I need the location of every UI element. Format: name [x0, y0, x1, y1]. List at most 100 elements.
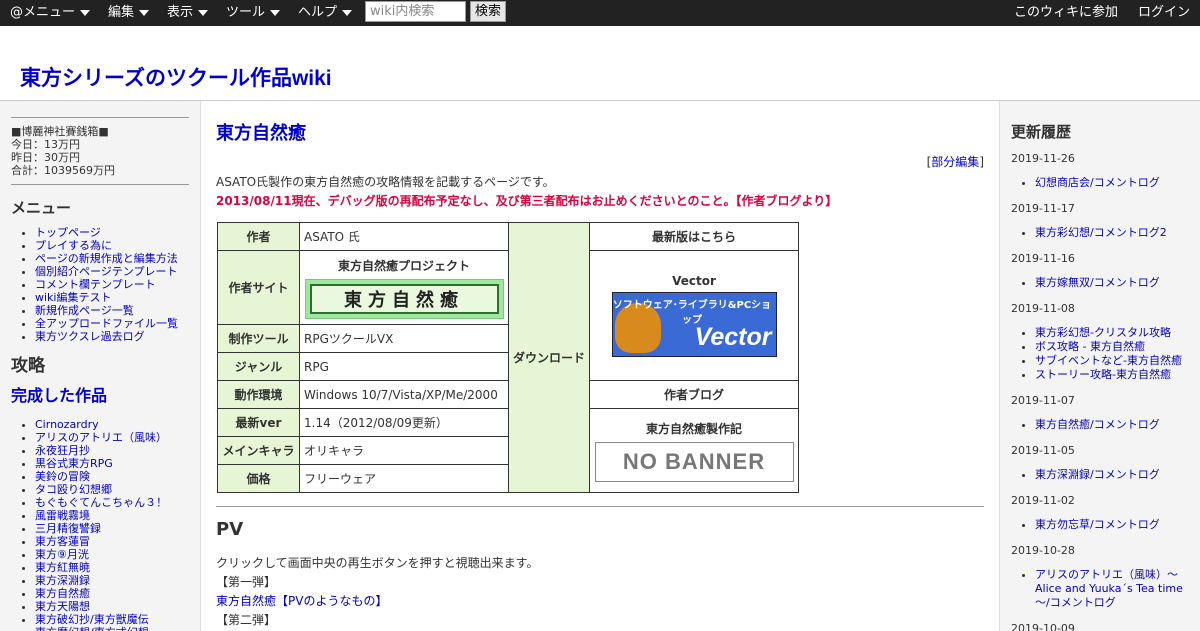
search-input[interactable] [365, 1, 466, 22]
vector-banner[interactable]: ソフトウェア･ライブラリ&PCショップ Vector [611, 292, 777, 357]
menu-dropdown[interactable]: @メニュー [10, 0, 91, 26]
top-navigation-bar: @メニュー 編集 表示 ツール ヘルプ 検索 このウィキに参加 ログイン [0, 0, 1200, 26]
recent-updates-list: 2019-11-26 幻想商店会/コメントログ 2019-11-17 東方彩幻想/コメ… [1011, 152, 1189, 631]
page-title[interactable]: 東方自然癒 [216, 119, 984, 145]
join-wiki-link[interactable]: このウィキに参加 [1014, 0, 1118, 26]
completed-heading[interactable]: 完成した作品 [11, 382, 189, 406]
edit-dropdown[interactable]: 編集 [108, 0, 150, 26]
author-label: 作者 [217, 222, 300, 251]
right-sidebar: 更新履歴 2019-11-26 幻想商店会/コメントログ 2019-11-17 東方彩… [999, 101, 1200, 631]
game-link[interactable]: 永夜狂月抄 [35, 444, 90, 457]
list-item: ボス攻略 - 東方自然癒 [1035, 340, 1189, 354]
game-link[interactable]: 風雷戦霧境 [35, 509, 90, 522]
login-link[interactable]: ログイン [1138, 0, 1190, 26]
game-link[interactable]: 東方紅無暁 [35, 561, 90, 574]
updated-page-link[interactable]: 東方彩幻想/コメントログ2 [1035, 226, 1167, 239]
menu-link[interactable]: ページの新規作成と編集方法 [35, 252, 178, 265]
list-item: 東方紅無暁 [35, 561, 189, 574]
list-item: 東方自然癒/コメントログ [1035, 418, 1189, 432]
menu-link[interactable]: wiki編集テスト [35, 291, 111, 304]
updated-page-link[interactable]: 東方勿忘草/コメントログ [1035, 518, 1160, 531]
donation-total: 合計：1039569万円 [11, 164, 115, 177]
updated-page-link[interactable]: サブイベントなど-東方自然癒 [1035, 354, 1182, 367]
game-link[interactable]: もぐもぐてんこちゃん３！ [35, 496, 167, 509]
game-link[interactable]: タコ殴り幻想郷 [35, 483, 112, 496]
chara-label: メインキャラ [217, 436, 300, 465]
game-link[interactable]: 黒谷式東方RPG [35, 457, 113, 470]
game-link[interactable]: 東方天陽想 [35, 600, 90, 613]
updated-page-link[interactable]: 東方自然癒/コメントログ [1035, 418, 1160, 431]
game-link[interactable]: 美鈴の冒険 [35, 470, 90, 483]
game-link[interactable]: Cirnozardry [35, 418, 99, 431]
update-date: 2019-10-28 [1011, 544, 1075, 557]
list-item: 東方ツクスレ過去ログ [35, 330, 189, 343]
list-item: Cirnozardry [35, 418, 189, 431]
game-link[interactable]: 東方客蓮冒 [35, 535, 90, 548]
tool-label: 制作ツール [217, 324, 300, 353]
menu-link[interactable]: 全アップロードファイル一覧 [35, 317, 178, 330]
update-items: アリスのアトリエ（風味）～Alice and Yuuka´s Tea time～… [1011, 568, 1189, 610]
updated-page-link[interactable]: 東方彩幻想-クリスタル攻略 [1035, 326, 1171, 339]
menu-link[interactable]: 東方ツクスレ過去ログ [35, 330, 145, 343]
help-dropdown[interactable]: ヘルプ [298, 0, 353, 26]
notice-text: 2013/08/11現在、デバッグ版の再配布予定なし、及び第三者配布はお止めくだ… [216, 194, 838, 208]
game-link[interactable]: 東方破幻抄/東方獣魔伝 [35, 613, 149, 626]
blog-cell: 東方自然癒製作記 NO BANNER [589, 408, 799, 493]
updated-page-link[interactable]: ストーリー攻略-東方自然癒 [1035, 368, 1171, 381]
site-banner[interactable]: 東方自然癒 [304, 278, 504, 319]
list-item: 東方魔幻想/東方式幻想 [35, 626, 189, 631]
list-item: 東方勿忘草/コメントログ [1035, 518, 1189, 532]
update-date: 2019-11-17 [1011, 202, 1075, 215]
game-link[interactable]: 三月精復讐録 [35, 522, 101, 535]
price-label: 価格 [217, 464, 300, 493]
menu-label: @メニュー [10, 5, 76, 20]
list-item: アリスのアトリエ（風味）～Alice and Yuuka´s Tea time～… [1035, 568, 1189, 610]
list-item: プレイする為に [35, 239, 189, 252]
author-value: ASATO 氏 [299, 222, 509, 251]
divider [11, 184, 189, 185]
genre-value: RPG [299, 352, 509, 381]
search-button[interactable]: 検索 [470, 1, 506, 22]
game-link[interactable]: 東方深淵録 [35, 574, 90, 587]
menu-link[interactable]: トップページ [35, 226, 101, 239]
tools-dropdown[interactable]: ツール [226, 0, 281, 26]
caret-down-icon [139, 9, 150, 16]
list-item: 東方天陽想 [35, 600, 189, 613]
no-banner-image[interactable]: NO BANNER [594, 441, 794, 482]
price-value: フリーウェア [299, 464, 509, 493]
game-link[interactable]: 東方⑨月洸 [35, 548, 89, 561]
view-dropdown[interactable]: 表示 [167, 0, 209, 26]
blog-name: 東方自然癒製作記 [645, 421, 742, 436]
game-link[interactable]: 東方自然癒 [35, 587, 90, 600]
list-item: サブイベントなど-東方自然癒 [1035, 354, 1189, 368]
update-items: 東方彩幻想-クリスタル攻略ボス攻略 - 東方自然癒サブイベントなど-東方自然癒ス… [1011, 326, 1189, 382]
menu-link[interactable]: 個別紹介ページテンプレート [35, 265, 177, 278]
updated-page-link[interactable]: 幻想商店会/コメントログ [1035, 176, 1160, 189]
partial-edit-link[interactable]: 部分編集 [931, 155, 979, 169]
menu-link[interactable]: 新規作成ページ一覧 [35, 304, 134, 317]
update-date: 2019-11-05 [1011, 444, 1075, 457]
updated-page-link[interactable]: ボス攻略 - 東方自然癒 [1035, 340, 1145, 353]
updated-page-link[interactable]: アリスのアトリエ（風味）～Alice and Yuuka´s Tea time～… [1035, 568, 1183, 609]
partial-edit: [部分編集] [927, 153, 984, 170]
list-item: 東方客蓮冒 [35, 535, 189, 548]
game-link[interactable]: アリスのアトリエ（風味） [35, 431, 167, 444]
updated-page-link[interactable]: 東方嫁無双/コメントログ [1035, 276, 1160, 289]
game-link[interactable]: 東方魔幻想/東方式幻想 [35, 626, 149, 631]
pv-first-label: 【第一弾】 [216, 575, 277, 589]
donation-box: ■博麗神社賽銭箱■ 今日：13万円 昨日：30万円 合計：1039569万円 [11, 118, 189, 184]
menu-link[interactable]: コメント欄テンプレート [35, 278, 156, 291]
menu-link[interactable]: プレイする為に [35, 239, 112, 252]
updated-page-link[interactable]: 東方深淵録/コメントログ [1035, 468, 1160, 481]
list-item: トップページ [35, 226, 189, 239]
list-item: 三月精復讐録 [35, 522, 189, 535]
pv-link[interactable]: 東方自然癒【PVのようなもの】 [216, 592, 387, 609]
update-items: 東方彩幻想/コメントログ2 [1011, 226, 1189, 240]
list-item: 新規作成ページ一覧 [35, 304, 189, 317]
site-title[interactable]: 東方シリーズのツクール作品wiki [20, 62, 332, 92]
list-item: 幻想商店会/コメントログ [1035, 176, 1189, 190]
update-date: 2019-11-08 [1011, 302, 1075, 315]
list-item: 東方自然癒 [35, 587, 189, 600]
intro-text: ASATO氏製作の東方自然癒の攻略情報を記載するページです。 [216, 175, 555, 189]
completed-list: Cirnozardryアリスのアトリエ（風味）永夜狂月抄黒谷式東方RPG美鈴の冒… [11, 418, 189, 631]
